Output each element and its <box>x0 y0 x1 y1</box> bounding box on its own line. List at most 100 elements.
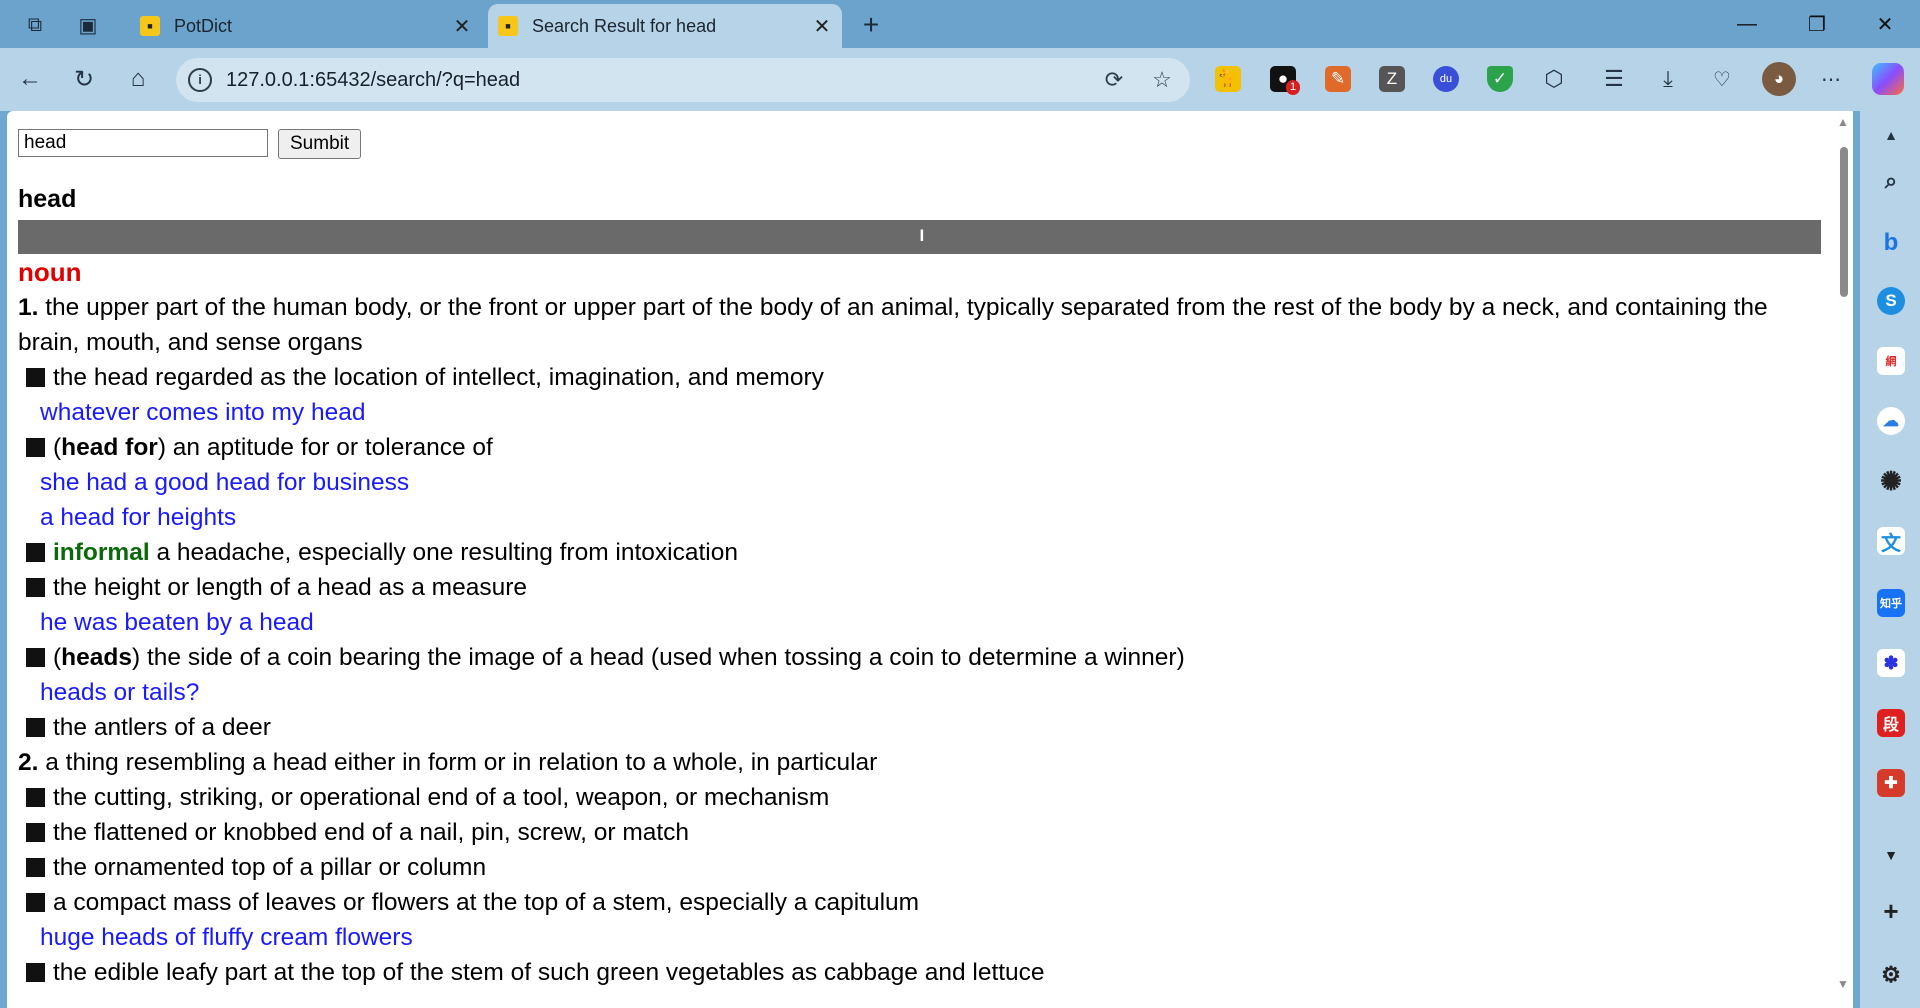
sidebar-search-icon[interactable]: ⌕ <box>1877 167 1905 195</box>
headword: head <box>18 185 77 213</box>
site-info-icon[interactable]: i <box>188 68 212 92</box>
definitions: noun 1. the upper part of the human body… <box>18 255 1833 990</box>
example: he was beaten by a head <box>40 609 314 636</box>
sidebar-add-icon[interactable]: + <box>1877 896 1905 926</box>
copilot-icon[interactable] <box>1872 63 1904 95</box>
favorite-star-icon[interactable]: ☆ <box>1148 66 1176 94</box>
sidebar-netease-icon[interactable]: 網 <box>1877 347 1905 375</box>
sidebar-baidu-paw-icon[interactable]: ✽ <box>1877 649 1905 677</box>
potdict-favicon-icon: ■ <box>498 16 518 36</box>
sense-text: the flattened or knobbed end of a nail, … <box>53 819 690 846</box>
sidebar-translate-icon[interactable]: 文 <box>1877 527 1905 555</box>
sidebar-crest-icon[interactable]: ✚ <box>1877 769 1905 797</box>
app-available-icon[interactable]: ⟳ <box>1100 66 1128 94</box>
extension-brush-icon[interactable]: ✎ <box>1325 66 1351 92</box>
tab-strip: ⧉ ▣ ■ PotDict ✕ ■ Search Result for head… <box>0 0 1920 48</box>
extension-badge: 1 <box>1286 80 1301 95</box>
back-icon[interactable]: ← <box>13 62 47 96</box>
browser-toolbar: ← ↻ ⌂ i 127.0.0.1:65432/search/?q=head ⟳… <box>0 48 1920 111</box>
extension-tampermonkey-icon[interactable]: ● 1 <box>1270 66 1301 95</box>
refresh-icon[interactable]: ↻ <box>67 62 101 96</box>
more-options-icon[interactable]: ⋯ <box>1818 66 1844 92</box>
bullet-square-icon <box>26 543 45 562</box>
sense-text: the head regarded as the location of int… <box>53 364 824 391</box>
tab-close-icon[interactable]: ✕ <box>808 14 836 39</box>
tab-potdict[interactable]: ■ PotDict ✕ <box>130 4 482 48</box>
sidebar-collapse-icon[interactable]: ▲ <box>1877 121 1905 149</box>
tab-close-icon[interactable]: ✕ <box>448 14 476 39</box>
sense-text: ) an aptitude for or tolerance of <box>157 434 493 461</box>
extensions-puzzle-icon[interactable]: ⬡ <box>1541 66 1567 92</box>
sense-text: ( <box>53 644 62 671</box>
example: huge heads of fluffy cream flowers <box>40 924 413 951</box>
new-tab-icon[interactable]: + <box>856 9 886 40</box>
example: heads or tails? <box>40 679 200 706</box>
extension-shield-icon[interactable]: ✓ <box>1487 66 1513 92</box>
sense-phrase: heads <box>61 644 132 671</box>
phonetic-bar: I <box>18 220 1821 254</box>
sidebar-zhihu-icon[interactable]: 知乎 <box>1877 589 1905 617</box>
sub-sense: the ornamented top of a pillar or column <box>18 850 1833 885</box>
bullet-square-icon <box>26 718 45 737</box>
sidebar-settings-icon[interactable]: ⚙ <box>1877 961 1905 989</box>
url-text[interactable]: 127.0.0.1:65432/search/?q=head <box>226 69 520 92</box>
sense-text: ( <box>53 434 62 461</box>
register-label: informal <box>53 539 150 566</box>
submit-button[interactable]: Sumbit <box>278 129 362 159</box>
search-form: Sumbit <box>18 129 362 159</box>
sidebar-duan-icon[interactable]: 段 <box>1877 709 1905 737</box>
sub-sense: (heads) the side of a coin bearing the i… <box>18 640 1833 675</box>
tab-search-result[interactable]: ■ Search Result for head ✕ <box>488 4 842 48</box>
bullet-square-icon <box>26 858 45 877</box>
sidebar-more-chevron-icon[interactable]: ▼ <box>1877 841 1905 869</box>
sidebar-bing-icon[interactable]: b <box>1877 229 1905 257</box>
extension-baidu-icon[interactable]: du <box>1433 66 1459 92</box>
sub-sense: the edible leafy part at the top of the … <box>18 955 1833 990</box>
bullet-square-icon <box>26 823 45 842</box>
profile-avatar[interactable]: ◕ <box>1762 62 1796 96</box>
workspaces-icon[interactable]: ⧉ <box>20 10 50 40</box>
home-icon[interactable]: ⌂ <box>121 62 155 96</box>
sub-sense: the flattened or knobbed end of a nail, … <box>18 815 1833 850</box>
sidebar-s-app-icon[interactable]: S <box>1877 287 1905 315</box>
sub-sense: the head regarded as the location of int… <box>18 360 1833 395</box>
close-window-icon[interactable]: ✕ <box>1862 8 1908 40</box>
search-input[interactable] <box>18 129 268 157</box>
sense-phrase: head for <box>61 434 158 461</box>
favorites-icon[interactable]: ☰ <box>1601 66 1627 92</box>
sense-text: the antlers of a deer <box>53 714 271 741</box>
sense-text: the edible leafy part at the top of the … <box>53 959 1045 986</box>
page-scrollbar[interactable]: ▲ ▼ <box>1834 111 1853 1008</box>
potdict-favicon-icon: ■ <box>140 16 160 36</box>
restore-icon[interactable]: ❐ <box>1794 8 1840 40</box>
scroll-thumb[interactable] <box>1840 147 1848 297</box>
bullet-square-icon <box>26 438 45 457</box>
tab-title: PotDict <box>174 15 233 36</box>
sense-text: a compact mass of leaves or flowers at t… <box>53 889 920 916</box>
scroll-down-icon[interactable]: ▼ <box>1837 977 1849 991</box>
sub-sense: informal a headache, especially one resu… <box>18 535 1833 570</box>
definition-2: 2. a thing resembling a head either in f… <box>18 745 1833 780</box>
zhihu-label: 知乎 <box>1880 598 1902 610</box>
duan-label: 段 <box>1882 717 1899 734</box>
sidebar-cloud-icon[interactable]: ☁ <box>1877 407 1905 435</box>
example: a head for heights <box>40 504 237 531</box>
example: whatever comes into my head <box>40 399 366 426</box>
sense-text: the ornamented top of a pillar or column <box>53 854 487 881</box>
sense-text: the cutting, striking, or operational en… <box>53 784 830 811</box>
sub-sense: (head for) an aptitude for or tolerance … <box>18 430 1833 465</box>
extension-cat-icon[interactable]: 🐈 <box>1215 66 1241 92</box>
extension-z-icon[interactable]: Z <box>1379 66 1405 92</box>
address-bar[interactable]: i 127.0.0.1:65432/search/?q=head ⟳ ☆ <box>176 58 1190 102</box>
sidebar-chatgpt-icon[interactable]: ✺ <box>1877 466 1905 496</box>
tab-actions-icon[interactable]: ▣ <box>73 10 103 40</box>
downloads-icon[interactable]: ⤓ <box>1655 66 1681 92</box>
edge-sidebar: ▲ ⌕ b S 網 ☁ ✺ 文 知乎 ✽ 段 ✚ ▼ + ⚙ <box>1860 111 1920 1008</box>
sense-text: ) the side of a coin bearing the image o… <box>131 644 1185 671</box>
performance-heart-icon[interactable]: ♡ <box>1709 66 1735 92</box>
minimize-icon[interactable]: — <box>1724 8 1770 40</box>
sense-text: the height or length of a head as a meas… <box>53 574 527 601</box>
definition-text: the upper part of the human body, or the… <box>18 294 1768 356</box>
scroll-up-icon[interactable]: ▲ <box>1837 115 1849 129</box>
sub-sense: a compact mass of leaves or flowers at t… <box>18 885 1833 920</box>
